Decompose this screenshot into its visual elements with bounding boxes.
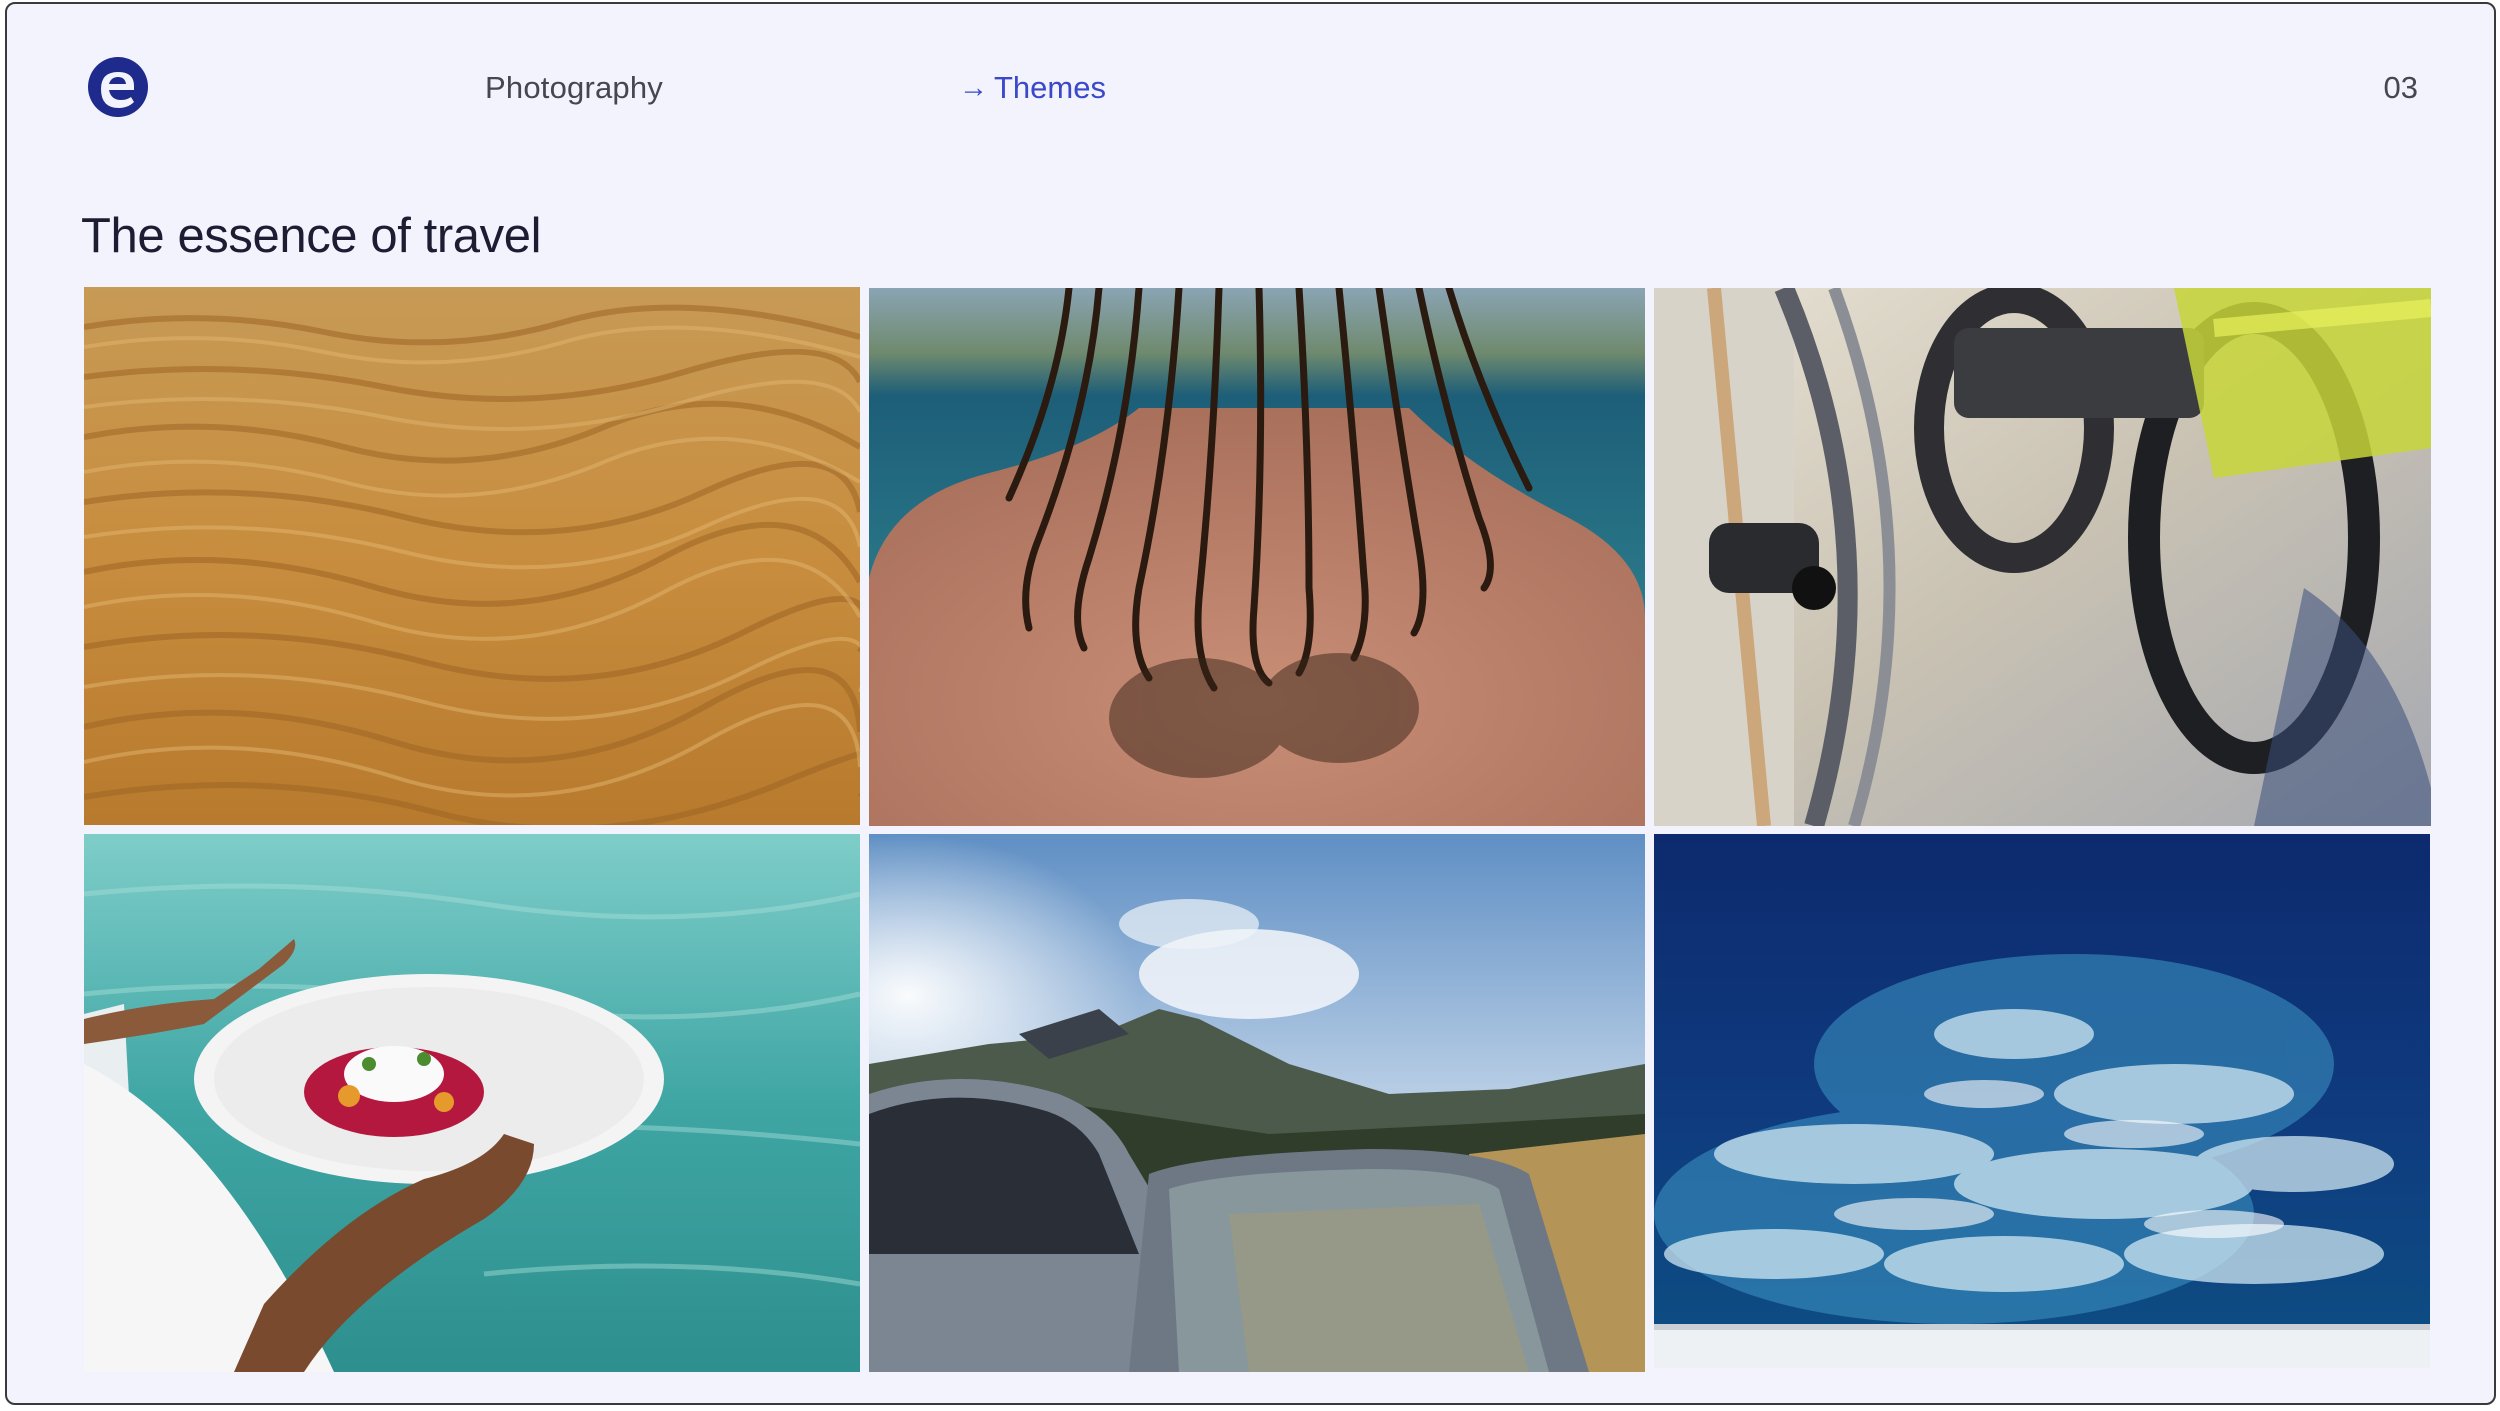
photo-dish-over-sea — [84, 834, 860, 1372]
slide: Photography → Themes 03 The essence of t… — [5, 2, 2496, 1405]
photo-beach-swimmer — [869, 288, 1645, 826]
arrow-right-icon: → — [959, 71, 988, 104]
photo-car-mountains — [869, 834, 1645, 1372]
page-title: The essence of travel — [81, 209, 542, 263]
photo-desert-dunes — [84, 287, 860, 825]
brand-logo-icon — [87, 56, 149, 118]
section-label: Photography — [485, 70, 663, 105]
photo-bicycle-motion — [1654, 288, 2431, 826]
themes-link[interactable]: → Themes — [959, 70, 1106, 106]
themes-link-label: Themes — [994, 70, 1106, 105]
photo-ocean-waves — [1654, 834, 2430, 1368]
page-number: 03 — [2383, 70, 2418, 105]
